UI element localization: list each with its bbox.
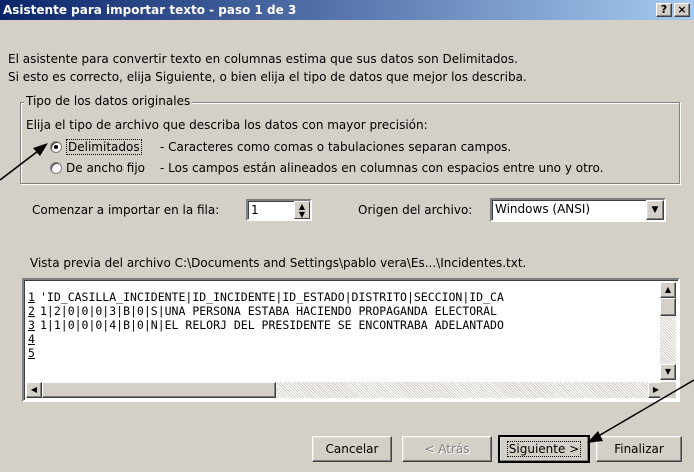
horizontal-scrollbar[interactable]: ◀ ▶ — [26, 382, 664, 398]
spin-up-icon[interactable]: ▲ — [295, 202, 309, 211]
preview-row: 2 1|2|0|0|0|3|B|0|S|UNA PERSONA ESTABA HA… — [28, 304, 497, 318]
scroll-up-button[interactable]: ▲ — [660, 282, 676, 298]
start-row-spinner[interactable]: ▲ ▼ — [294, 201, 310, 219]
intro-line-1: El asistente para convertir texto en col… — [8, 52, 518, 66]
radio-selected-dot — [54, 145, 58, 149]
help-button[interactable]: ? — [656, 3, 672, 17]
preview-label: Vista previa del archivo C:\Documents an… — [30, 256, 527, 270]
title-bar: Asistente para importar texto - paso 1 d… — [0, 0, 694, 20]
radio-delimited-description: - Caracteres como comas o tabulaciones s… — [160, 140, 512, 154]
vertical-scroll-thumb[interactable] — [660, 298, 676, 316]
data-type-instruction: Elija el tipo de archivo que describa lo… — [26, 118, 428, 132]
origin-value: Windows (ANSI) — [495, 202, 591, 216]
window-title: Asistente para importar texto - paso 1 d… — [3, 3, 297, 17]
preview-row-text: 1|2|0|0|0|3|B|0|S|UNA PERSONA ESTABA HAC… — [40, 304, 497, 318]
origin-select[interactable]: Windows (ANSI) — [490, 198, 666, 222]
scroll-left-button[interactable]: ◀ — [26, 382, 42, 398]
horizontal-scroll-thumb[interactable] — [42, 382, 276, 398]
preview-row-number: 1 — [28, 290, 35, 304]
preview-row-text: 'ID_CASILLA_INCIDENTE|ID_INCIDENTE|ID_ES… — [40, 290, 504, 304]
back-button[interactable]: < Atrás — [402, 436, 492, 462]
radio-fixed-width-description: - Los campos están alineados en columnas… — [160, 161, 604, 175]
next-button-label: Siguiente > — [506, 441, 582, 457]
preview-row-text: 1|1|0|0|0|4|B|0|N|EL RELORJ DEL PRESIDEN… — [40, 318, 504, 332]
close-button[interactable]: × — [674, 3, 690, 17]
cancel-button[interactable]: Cancelar — [312, 436, 392, 462]
radio-fixed-width[interactable] — [50, 162, 62, 174]
preview-row-number: 5 — [28, 346, 35, 360]
preview-row-number: 2 — [28, 304, 35, 318]
chevron-down-icon: ▼ — [651, 205, 659, 215]
preview-row: 3 1|1|0|0|0|4|B|0|N|EL RELORJ DEL PRESIDE… — [28, 318, 504, 332]
scrollbar-corner — [660, 382, 676, 398]
spin-down-icon[interactable]: ▼ — [295, 210, 309, 219]
radio-delimited-text: Delimitados — [66, 139, 142, 155]
origin-label: Origen del archivo: — [358, 203, 473, 217]
radio-fixed-width-label[interactable]: De ancho fijo — [66, 161, 145, 175]
radio-delimited[interactable] — [50, 141, 62, 153]
scroll-down-button[interactable]: ▼ — [660, 364, 676, 380]
finish-button[interactable]: Finalizar — [596, 436, 682, 462]
arrow-up-icon: ▲ — [664, 285, 672, 294]
preview-row: 1 'ID_CASILLA_INCIDENTE|ID_INCIDENTE|ID_E… — [28, 290, 504, 304]
intro-line-2: Si esto es correcto, elija Siguiente, o … — [8, 70, 527, 84]
origin-dropdown-button[interactable]: ▼ — [646, 200, 664, 220]
arrow-down-icon: ▼ — [664, 367, 672, 376]
next-button[interactable]: Siguiente > — [498, 435, 590, 463]
data-type-legend: Tipo de los datos originales — [24, 94, 193, 108]
vertical-scrollbar[interactable]: ▲ ▼ — [660, 282, 676, 380]
preview-row-number: 4 — [28, 332, 35, 346]
file-preview[interactable]: 1 'ID_CASILLA_INCIDENTE|ID_INCIDENTE|ID_E… — [22, 278, 680, 402]
start-row-label: Comenzar a importar en la fila: — [32, 203, 220, 217]
preview-row: 4 — [28, 332, 40, 346]
start-row-value: 1 — [251, 203, 259, 217]
preview-row-number: 3 — [28, 318, 35, 332]
arrow-right-icon: ▶ — [652, 385, 660, 394]
radio-delimited-label[interactable]: Delimitados — [66, 139, 142, 155]
preview-row: 5 — [28, 346, 40, 360]
arrow-left-icon: ◀ — [30, 385, 38, 394]
